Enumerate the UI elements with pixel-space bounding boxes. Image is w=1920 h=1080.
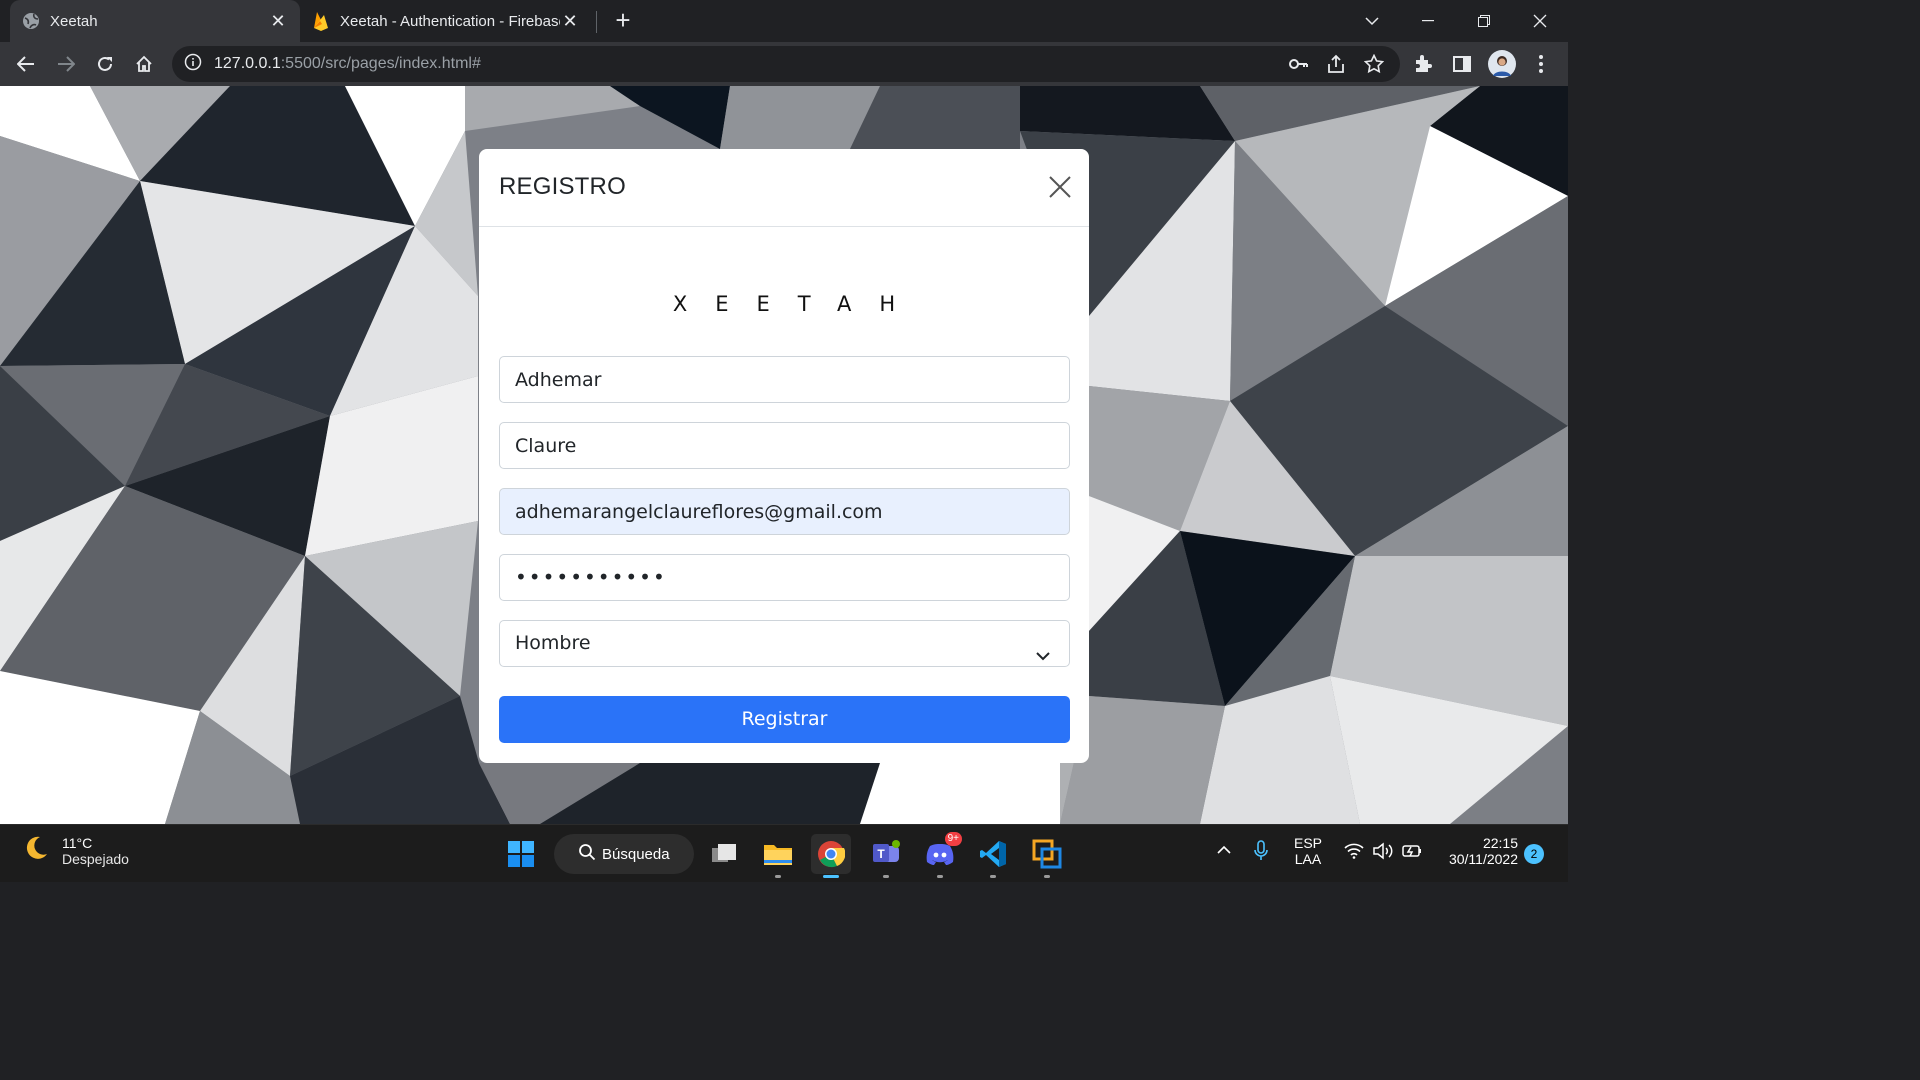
- keyboard-layout: LAA: [1294, 851, 1322, 867]
- close-tab-icon[interactable]: ✕: [268, 11, 288, 32]
- microphone-icon[interactable]: [1253, 840, 1269, 867]
- tab-title: Xeetah: [50, 12, 98, 30]
- notification-badge[interactable]: 2: [1524, 844, 1544, 864]
- info-icon[interactable]: [184, 53, 202, 76]
- url-text: 127.0.0.1:5500/src/pages/index.html#: [214, 55, 481, 73]
- menu-kebab-icon[interactable]: [1526, 49, 1556, 79]
- close-tab-icon[interactable]: ✕: [560, 11, 580, 32]
- svg-text:T: T: [877, 847, 885, 861]
- back-icon[interactable]: [11, 49, 41, 79]
- new-tab-icon[interactable]: +: [610, 7, 636, 34]
- browser-toolbar: 127.0.0.1:5500/src/pages/index.html#: [0, 42, 1568, 86]
- last-name-input[interactable]: [499, 422, 1070, 469]
- page-viewport: REGISTRO XEETAH ••••••••••• Hombre Regis…: [0, 86, 1568, 824]
- language-code: ESP: [1293, 835, 1322, 851]
- task-view-icon[interactable]: [704, 834, 744, 874]
- weather-temperature: 11°C: [62, 834, 93, 851]
- tab-title: Xeetah - Authentication - Firebase: [340, 12, 560, 30]
- register-button[interactable]: Registrar: [499, 696, 1070, 743]
- battery-charging-icon[interactable]: [1402, 842, 1424, 865]
- tab-search-icon[interactable]: [1344, 0, 1400, 42]
- discord-badge: 9+: [944, 832, 962, 846]
- registration-modal: REGISTRO XEETAH ••••••••••• Hombre Regis…: [479, 149, 1089, 763]
- tab-strip: Xeetah ✕ Xeetah - Authentication - Fireb…: [0, 0, 1568, 42]
- side-panel-icon[interactable]: [1447, 49, 1477, 79]
- email-input[interactable]: [499, 488, 1070, 535]
- weather-condition: Despejado: [62, 850, 129, 867]
- modal-title: REGISTRO: [499, 173, 626, 200]
- search-label: Búsqueda: [602, 845, 670, 863]
- minimize-icon[interactable]: [1400, 0, 1456, 42]
- chevron-down-icon: [1035, 636, 1051, 661]
- restore-icon[interactable]: [1456, 0, 1512, 42]
- firebase-icon: [312, 12, 330, 31]
- share-icon[interactable]: [1326, 54, 1346, 79]
- running-indicator: [937, 875, 943, 878]
- moon-icon: [20, 833, 50, 868]
- first-name-input[interactable]: [499, 356, 1070, 403]
- clock[interactable]: 22:15 30/11/2022: [1440, 835, 1518, 867]
- start-icon[interactable]: [501, 834, 541, 874]
- globe-icon: [22, 12, 40, 30]
- password-input[interactable]: •••••••••••: [499, 554, 1070, 601]
- home-icon[interactable]: [129, 49, 159, 79]
- teams-icon[interactable]: T: [866, 834, 906, 878]
- url-host: 127.0.0.1: [214, 55, 281, 72]
- close-window-icon[interactable]: [1512, 0, 1568, 42]
- weather-widget[interactable]: 11°C Despejado: [20, 833, 129, 868]
- brand-logo: XEETAH: [672, 292, 924, 316]
- running-indicator: [883, 875, 889, 878]
- vscode-icon[interactable]: [973, 834, 1013, 878]
- volume-icon[interactable]: [1372, 842, 1394, 865]
- clock-time: 22:15: [1482, 835, 1518, 851]
- tab-xeetah[interactable]: Xeetah ✕: [10, 0, 300, 42]
- address-bar[interactable]: 127.0.0.1:5500/src/pages/index.html#: [172, 46, 1400, 82]
- tab-divider: [596, 11, 597, 33]
- forward-icon[interactable]: [51, 49, 81, 79]
- file-explorer-icon[interactable]: [758, 834, 798, 878]
- clock-date: 30/11/2022: [1448, 851, 1518, 867]
- taskbar-search[interactable]: Búsqueda: [554, 834, 694, 874]
- profile-avatar[interactable]: [1487, 49, 1517, 79]
- gender-select[interactable]: Hombre: [499, 620, 1070, 667]
- search-icon: [578, 843, 596, 865]
- remote-app-icon[interactable]: [1027, 834, 1067, 878]
- running-indicator: [1044, 875, 1050, 878]
- gender-selected-value: Hombre: [515, 632, 591, 654]
- url-path: :5500/src/pages/index.html#: [280, 55, 481, 72]
- bookmark-star-icon[interactable]: [1363, 53, 1385, 79]
- windows-taskbar: 11°C Despejado Búsqueda T 9+ ESP LAA 22:…: [0, 824, 1568, 882]
- active-indicator: [823, 875, 839, 878]
- modal-header: REGISTRO: [479, 149, 1089, 227]
- reload-icon[interactable]: [90, 49, 120, 79]
- chrome-icon[interactable]: [811, 834, 851, 878]
- discord-icon[interactable]: 9+: [920, 832, 962, 878]
- running-indicator: [990, 875, 996, 878]
- running-indicator: [775, 875, 781, 878]
- input-language[interactable]: ESP LAA: [1290, 835, 1326, 867]
- key-icon[interactable]: [1288, 55, 1308, 78]
- extensions-icon[interactable]: [1408, 49, 1438, 79]
- wifi-icon[interactable]: [1344, 843, 1364, 864]
- tab-firebase[interactable]: Xeetah - Authentication - Firebase ✕: [300, 0, 592, 42]
- chevron-up-icon[interactable]: [1216, 843, 1232, 861]
- close-icon[interactable]: [1048, 175, 1072, 199]
